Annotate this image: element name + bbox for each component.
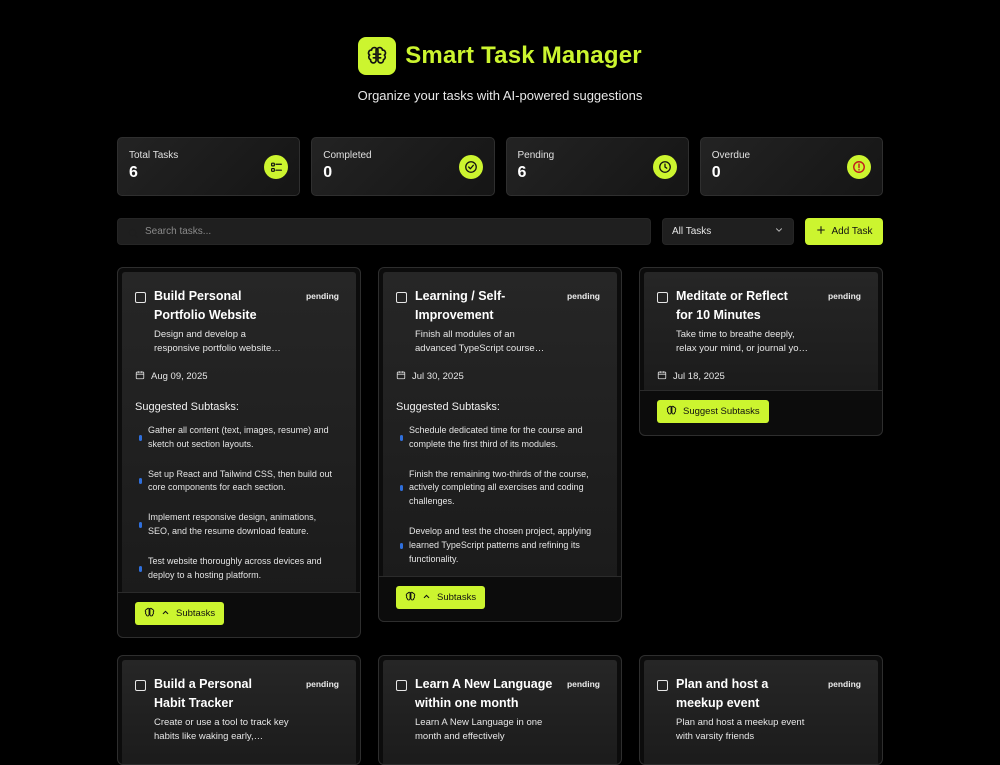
task-title: Plan and host a meekup event bbox=[676, 677, 769, 710]
chevron-down-icon bbox=[774, 225, 784, 238]
app-title: Smart Task Manager bbox=[405, 42, 642, 69]
task-title: Build Personal Portfolio Website bbox=[154, 289, 257, 322]
task-checkbox[interactable] bbox=[135, 292, 146, 303]
task-title: Learning / Self-Improvement bbox=[415, 289, 506, 322]
subtask-list: Gather all content (text, images, resume… bbox=[135, 424, 343, 582]
check-circle-icon bbox=[458, 155, 483, 179]
status-badge: pending bbox=[305, 679, 339, 689]
suggested-subtasks-title: Suggested Subtasks: bbox=[135, 401, 239, 413]
suggested-subtasks-title: Suggested Subtasks: bbox=[396, 401, 500, 413]
button-label: Subtasks bbox=[437, 592, 477, 604]
brain-icon bbox=[405, 591, 416, 605]
plus-icon bbox=[816, 225, 826, 238]
stat-overdue: Overdue 0 bbox=[699, 137, 883, 196]
list-item: Gather all content (text, images, resume… bbox=[135, 424, 340, 452]
status-badge: pending bbox=[827, 679, 861, 689]
task-description: Plan and host a meekup event with varsit… bbox=[676, 717, 805, 742]
task-description: Finish all modules of an advanced TypeSc… bbox=[415, 329, 545, 354]
stats-row: Total Tasks 6 Completed 0 Pending 6 Over… bbox=[117, 137, 883, 196]
list-item: Implement responsive design, animations,… bbox=[135, 511, 340, 539]
page-header: Smart Task Manager Organize your tasks w… bbox=[0, 36, 1000, 103]
button-label: Suggest Subtasks bbox=[683, 406, 760, 417]
task-due-date: Aug 09, 2025 bbox=[135, 370, 343, 383]
date-text: Jul 18, 2025 bbox=[673, 371, 725, 382]
task-checkbox[interactable] bbox=[135, 680, 146, 691]
list-item: Set up React and Tailwind CSS, then buil… bbox=[135, 468, 340, 496]
status-badge: pending bbox=[566, 679, 600, 689]
task-checkbox[interactable] bbox=[396, 680, 407, 691]
list-item: Schedule dedicated time for the course a… bbox=[396, 424, 601, 452]
brain-icon bbox=[666, 405, 677, 419]
stat-pending: Pending 6 bbox=[505, 137, 689, 196]
calendar-icon bbox=[657, 370, 667, 383]
suggest-subtasks-button[interactable]: Suggest Subtasks bbox=[657, 400, 769, 423]
task-title: Learn A New Language within one month bbox=[415, 677, 553, 710]
subtask-list: Schedule dedicated time for the course a… bbox=[396, 424, 604, 566]
clock-icon bbox=[652, 155, 677, 179]
stat-total-tasks: Total Tasks 6 bbox=[117, 137, 301, 196]
filter-select[interactable]: All Tasks bbox=[662, 218, 794, 245]
date-text: Aug 09, 2025 bbox=[151, 371, 208, 382]
add-task-label: Add Task bbox=[831, 226, 873, 237]
list-item: Develop and test the chosen project, app… bbox=[396, 525, 601, 566]
list-item: Test website thoroughly across devices a… bbox=[135, 555, 340, 583]
task-description: Create or use a tool to track key habits… bbox=[154, 717, 289, 742]
task-card: Plan and host a meekup event pending Pla… bbox=[639, 655, 883, 765]
task-card: Learning / Self-Improvement pending Fini… bbox=[378, 267, 622, 622]
toolbar: All Tasks Add Task bbox=[117, 218, 883, 245]
task-checkbox[interactable] bbox=[657, 680, 668, 691]
search-box bbox=[117, 218, 651, 245]
task-card: Build a Personal Habit Tracker pending C… bbox=[117, 655, 361, 765]
search-icon bbox=[128, 226, 139, 244]
add-task-button[interactable]: Add Task bbox=[805, 218, 883, 245]
task-description: Design and develop a responsive portfoli… bbox=[154, 329, 281, 354]
calendar-icon bbox=[135, 370, 145, 383]
filter-select-value: All Tasks bbox=[672, 226, 712, 237]
stat-label: Overdue bbox=[711, 150, 751, 161]
task-description: Take time to breathe deeply, relax your … bbox=[676, 329, 808, 354]
subtasks-toggle-button[interactable]: Subtasks bbox=[396, 586, 486, 610]
stat-completed: Completed 0 bbox=[311, 137, 495, 196]
chevron-up-icon bbox=[422, 592, 431, 604]
stat-label: Total Tasks bbox=[129, 150, 179, 161]
brain-logo-icon bbox=[358, 37, 397, 75]
stat-label: Pending bbox=[517, 150, 555, 161]
task-description: Learn A New Language in one month and ef… bbox=[415, 717, 543, 742]
subtasks-toggle-button[interactable]: Subtasks bbox=[135, 602, 225, 626]
task-title: Meditate or Reflect for 10 Minutes bbox=[676, 289, 788, 322]
chevron-up-icon bbox=[161, 608, 170, 620]
status-badge: pending bbox=[827, 291, 861, 301]
status-badge: pending bbox=[305, 291, 339, 301]
task-card: Meditate or Reflect for 10 Minutes pendi… bbox=[639, 267, 883, 436]
task-due-date: Jul 30, 2025 bbox=[396, 370, 604, 383]
alert-circle-icon bbox=[847, 155, 871, 179]
list-item: Finish the remaining two-thirds of the c… bbox=[396, 468, 601, 509]
task-checkbox[interactable] bbox=[657, 292, 668, 303]
task-card: Learn A New Language within one month pe… bbox=[378, 655, 622, 765]
stat-label: Completed bbox=[323, 150, 372, 161]
calendar-icon bbox=[396, 370, 406, 383]
status-badge: pending bbox=[566, 291, 600, 301]
date-text: Jul 30, 2025 bbox=[412, 371, 464, 382]
task-due-date: Jul 18, 2025 bbox=[657, 370, 865, 383]
brain-icon bbox=[144, 607, 155, 621]
task-card: Build Personal Portfolio Website pending… bbox=[117, 267, 361, 638]
task-checkbox[interactable] bbox=[396, 292, 407, 303]
search-input[interactable] bbox=[118, 219, 650, 244]
task-title: Build a Personal Habit Tracker bbox=[154, 677, 252, 710]
button-label: Subtasks bbox=[176, 608, 216, 620]
app-subtitle: Organize your tasks with AI-powered sugg… bbox=[357, 88, 643, 103]
